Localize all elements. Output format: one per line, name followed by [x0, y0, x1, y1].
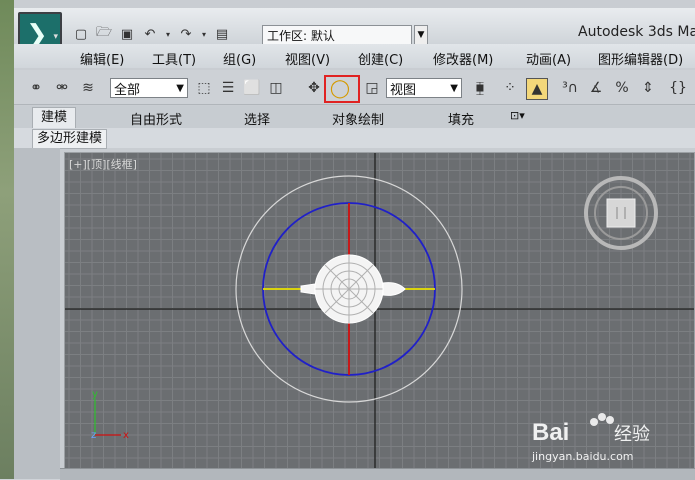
undo-dropdown-icon[interactable]: ▾ — [164, 26, 172, 42]
highlight-box — [324, 75, 360, 103]
ribbon-options-button[interactable]: ⊡▾ — [510, 109, 525, 122]
svg-text:z: z — [91, 430, 96, 441]
spinner-snap-icon[interactable]: ⇕ — [638, 78, 658, 98]
redo-dropdown-icon[interactable]: ▾ — [200, 26, 208, 42]
axis-tripod: y x z — [91, 389, 129, 441]
open-folder-icon[interactable]: 🗁 — [95, 25, 113, 42]
watermark-brand: Bai — [532, 419, 569, 446]
menu-group[interactable]: 组(G) — [223, 49, 256, 68]
menu-animation[interactable]: 动画(A) — [526, 49, 571, 68]
ribbon-panel-bar: 多边形建模 — [14, 128, 695, 149]
menu-create[interactable]: 创建(C) — [358, 49, 403, 68]
chevron-down-icon: ▼ — [176, 83, 184, 94]
project-folder-icon[interactable]: ▤ — [213, 26, 231, 42]
save-icon[interactable]: ▣ — [118, 26, 136, 42]
snaps-toggle-icon[interactable]: ³∩ — [560, 78, 580, 98]
undo-icon[interactable]: ↶ — [141, 26, 159, 42]
watermark-url: jingyan.baidu.com — [531, 450, 634, 463]
baidu-paw-icon — [590, 413, 614, 426]
tab-selection[interactable]: 选择 — [244, 109, 270, 128]
redo-icon[interactable]: ↷ — [177, 26, 195, 42]
chevron-down-icon: ▾ — [53, 32, 58, 42]
scale-icon[interactable]: ◲ — [362, 78, 382, 98]
percent-snap-icon[interactable]: % — [612, 78, 632, 98]
selection-filter-value: 全部 — [114, 82, 141, 98]
pivot-center-icon[interactable]: ⧯ — [470, 78, 490, 98]
polygon-modeling-panel[interactable]: 多边形建模 — [32, 129, 108, 149]
menu-graph-editors[interactable]: 图形编辑器(D) — [598, 49, 683, 68]
menu-tools[interactable]: 工具(T) — [152, 49, 196, 68]
unlink-icon[interactable]: ⚮ — [52, 78, 72, 98]
selection-filter-dropdown[interactable]: 全部 ▼ — [110, 78, 188, 98]
window-left-edge — [0, 0, 14, 479]
menu-modifiers[interactable]: 修改器(M) — [433, 49, 493, 68]
menu-edit[interactable]: 编辑(E) — [80, 49, 124, 68]
menu-bar: 编辑(E) 工具(T) 组(G) 视图(V) 创建(C) 修改器(M) 动画(A… — [14, 44, 695, 68]
svg-text:y: y — [92, 389, 98, 400]
new-file-icon[interactable]: ▢ — [72, 26, 90, 42]
left-side-panel — [14, 148, 60, 479]
tab-freeform[interactable]: 自由形式 — [130, 109, 182, 128]
watermark-suffix: 经验 — [614, 424, 650, 445]
select-manipulate-icon[interactable]: ⁘ — [500, 78, 520, 98]
chevron-down-icon: ▼ — [450, 83, 458, 94]
tab-object-paint[interactable]: 对象绘制 — [332, 109, 384, 128]
workspace-label: 工作区: 默认 — [267, 28, 335, 43]
window-crossing-icon[interactable]: ◫ — [266, 78, 286, 98]
title-bar: ▢ 🗁 ▣ ↶ ▾ ↷ ▾ ▤ 工作区: 默认 ▼ Autodesk 3ds M… — [14, 8, 695, 45]
angle-snap-icon[interactable]: ∡ — [586, 78, 606, 98]
workspace-dropdown-button[interactable]: ▼ — [414, 25, 428, 45]
tab-modeling[interactable]: 建模 — [32, 107, 77, 128]
rectangular-selection-icon[interactable]: ⬜ — [242, 78, 262, 98]
teapot-wireframe — [300, 254, 406, 324]
tab-populate[interactable]: 填充 — [448, 109, 474, 128]
reference-coordinate-value: 视图 — [390, 82, 417, 98]
app-window: ▢ 🗁 ▣ ↶ ▾ ↷ ▾ ▤ 工作区: 默认 ▼ Autodesk 3ds M… — [14, 0, 695, 480]
baidu-watermark: Bai 经验 jingyan.baidu.com — [530, 410, 690, 470]
named-selection-icon[interactable]: {} — [668, 78, 688, 98]
quick-access-toolbar: ▢ 🗁 ▣ ↶ ▾ ↷ ▾ ▤ — [72, 25, 231, 42]
reference-coordinate-dropdown[interactable]: 视图 ▼ — [386, 78, 462, 98]
select-by-name-icon[interactable]: ☰ — [218, 78, 238, 98]
keyboard-shortcut-override-icon[interactable]: ▲ — [526, 78, 548, 100]
move-icon[interactable]: ✥ — [304, 78, 324, 98]
viewport-label[interactable]: [+][顶][线框] — [69, 156, 137, 172]
workspace-selector[interactable]: 工作区: 默认 — [262, 25, 412, 45]
bind-space-warp-icon[interactable]: ≋ — [78, 78, 98, 98]
select-object-icon[interactable]: ⬚ — [194, 78, 214, 98]
menu-views[interactable]: 视图(V) — [285, 49, 330, 68]
link-icon[interactable]: ⚭ — [26, 78, 46, 98]
svg-text:x: x — [123, 430, 129, 441]
app-title: Autodesk 3ds Ma — [578, 24, 695, 40]
ribbon-tabs: 建模 自由形式 选择 对象绘制 填充 ⊡▾ — [14, 106, 695, 128]
